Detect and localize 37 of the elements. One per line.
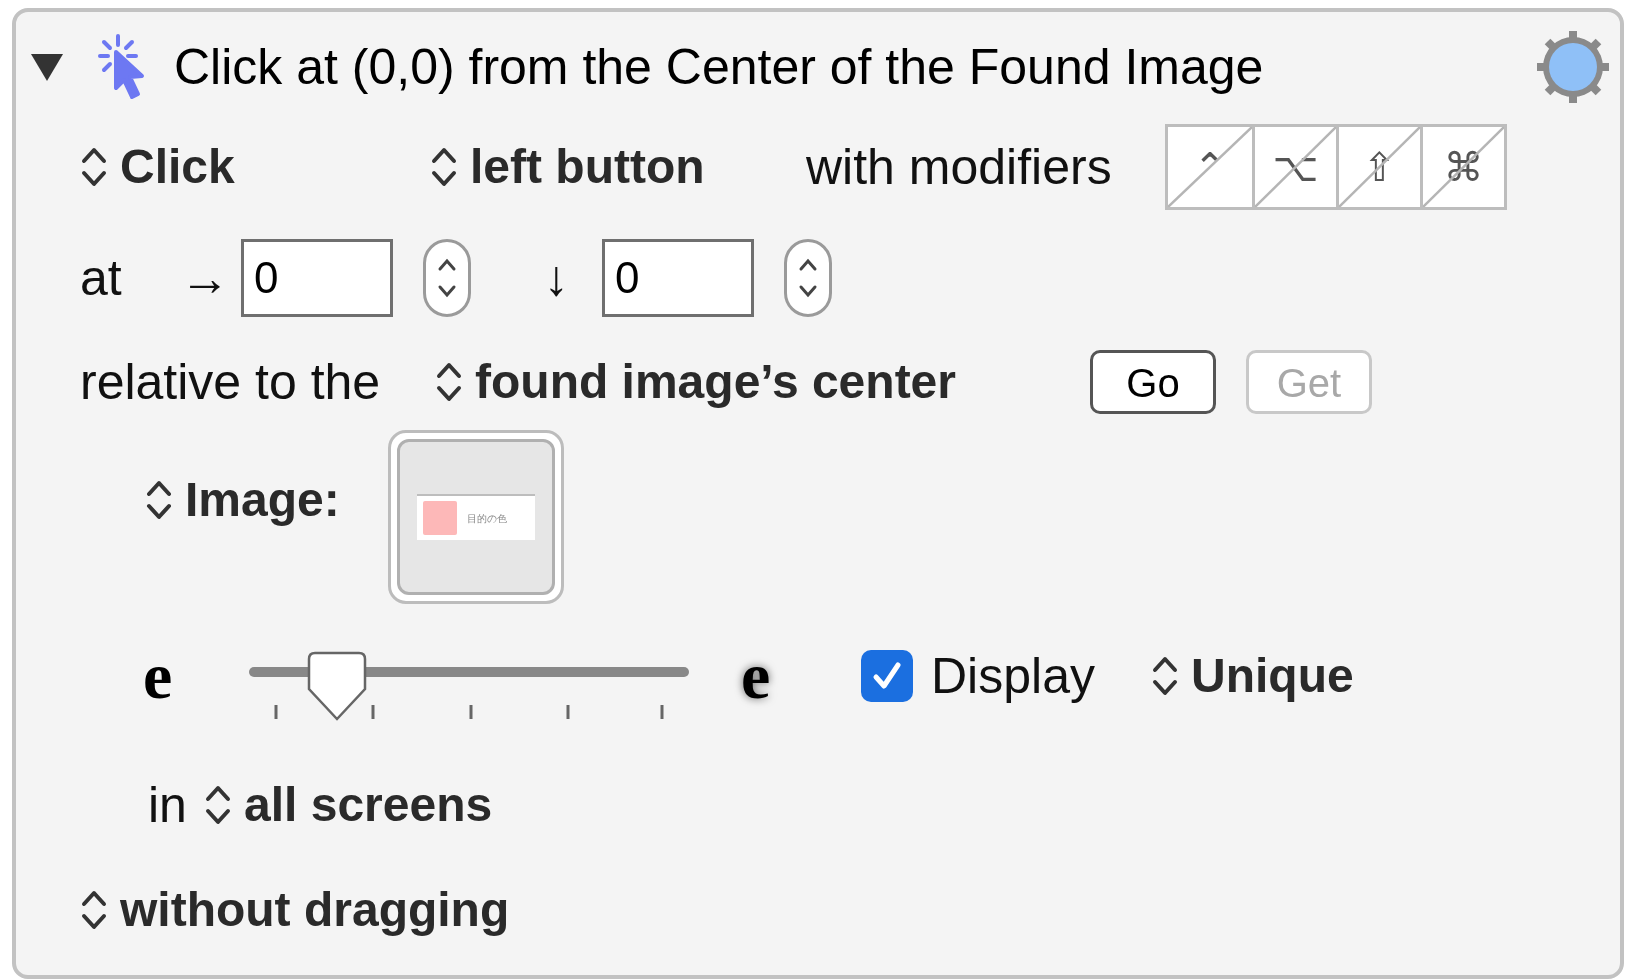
popup-menu[interactable]: found image’s center: [435, 346, 956, 418]
up-down-chevron-icon: [80, 888, 108, 932]
down-arrow-label: ↓: [544, 248, 569, 308]
low-label: e: [143, 643, 173, 709]
popup-menu[interactable]: without dragging: [80, 874, 510, 946]
up-down-chevron-icon: [1151, 654, 1179, 698]
modifier-key-toggle[interactable]: ⌥: [1252, 127, 1336, 207]
disclosure-triangle-icon[interactable]: [30, 52, 64, 82]
up-down-chevron-icon: [204, 783, 232, 827]
relative-to-label: relative to the: [80, 352, 381, 412]
color-swatch: [423, 501, 457, 535]
popup-menu[interactable]: Unique: [1151, 640, 1354, 712]
modifiers-label: with modifiers: [806, 137, 1112, 197]
stepper[interactable]: [423, 239, 471, 317]
action-title: Click at (0,0) from the Center of the Found Image: [174, 37, 1264, 97]
up-down-chevron-icon: [145, 478, 173, 522]
stepper[interactable]: [784, 239, 832, 317]
display-label: Display: [931, 646, 1095, 706]
number-field[interactable]: 0: [241, 239, 393, 317]
number-field[interactable]: 0: [602, 239, 754, 317]
right-arrow-label: →: [180, 248, 230, 308]
in-label: in: [148, 775, 187, 835]
image-well[interactable]: 目的の色: [388, 430, 564, 604]
thumbnail-caption: 目的の色: [467, 511, 507, 526]
up-down-chevron-icon: [435, 360, 463, 404]
push-button[interactable]: Go: [1090, 350, 1216, 414]
popup-menu[interactable]: all screens: [204, 769, 493, 841]
up-down-chevron-icon: [430, 145, 458, 189]
popup-menu[interactable]: left button: [430, 131, 705, 203]
popup-menu[interactable]: Image:: [145, 464, 340, 536]
popup-menu[interactable]: Click: [80, 131, 235, 203]
up-down-chevron-icon: [80, 145, 108, 189]
high-label: e: [741, 643, 771, 709]
settings-gear-icon[interactable]: [1536, 30, 1610, 104]
at-label: at: [80, 248, 122, 308]
slider-thumb[interactable]: [307, 651, 367, 721]
checkbox[interactable]: [861, 650, 913, 702]
